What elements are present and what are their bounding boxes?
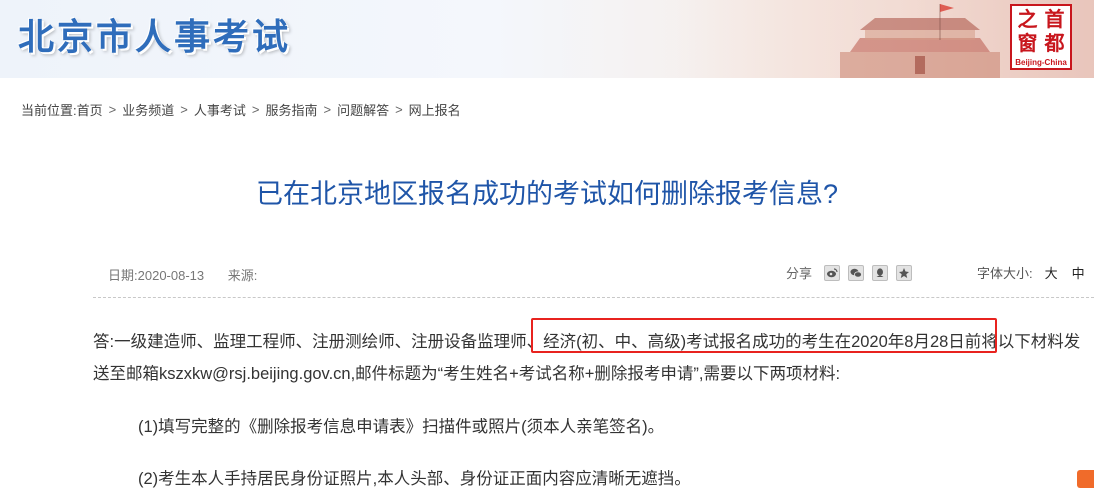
beijing-china-logo[interactable]: 之 首 窗 都 Beijing-China bbox=[1010, 4, 1072, 70]
logo-char: 都 bbox=[1044, 31, 1065, 55]
breadcrumb-personnel-exam[interactable]: 人事考试 bbox=[194, 100, 246, 119]
qq-icon[interactable] bbox=[872, 264, 889, 281]
breadcrumb-prefix: 当前位置: bbox=[21, 102, 77, 118]
breadcrumb-separator: > bbox=[395, 101, 403, 117]
logo-char: 窗 bbox=[1017, 31, 1038, 55]
share-bar: 分享 bbox=[786, 263, 920, 282]
breadcrumb-home[interactable]: 首页 bbox=[77, 100, 103, 119]
logo-char: 首 bbox=[1044, 7, 1065, 31]
breadcrumb-separator: > bbox=[108, 101, 117, 117]
qzone-icon[interactable] bbox=[896, 264, 913, 281]
article-title: 已在北京地区报名成功的考试如何删除报考信息? bbox=[255, 179, 838, 209]
logo-subtitle: Beijing-China bbox=[1015, 58, 1067, 67]
tiananmen-illustration bbox=[840, 4, 1000, 78]
font-size-medium[interactable]: 中 bbox=[1072, 263, 1085, 282]
breadcrumb-faq[interactable]: 问题解答 bbox=[337, 100, 389, 119]
breadcrumb-service-guide[interactable]: 服务指南 bbox=[265, 100, 317, 119]
logo-characters: 之 首 窗 都 bbox=[1014, 8, 1068, 56]
font-size-large[interactable]: 大 bbox=[1045, 263, 1058, 282]
font-size-label: 字体大小: bbox=[977, 266, 1033, 281]
source-label: 来源: bbox=[227, 268, 258, 283]
share-label: 分享 bbox=[786, 266, 813, 281]
breadcrumb-online-registration[interactable]: 网上报名 bbox=[409, 100, 461, 119]
date-label: 日期: bbox=[108, 268, 138, 283]
wechat-icon[interactable] bbox=[848, 264, 865, 281]
weibo-icon[interactable] bbox=[824, 264, 841, 281]
breadcrumb-business-channel[interactable]: 业务频道 bbox=[122, 100, 174, 119]
site-title[interactable]: 北京市人事考试 bbox=[18, 8, 291, 60]
font-size-control: 字体大小: 大 中 小 bbox=[977, 263, 1094, 282]
requirement-item-1: (1)填写完整的《删除报考信息申请表》扫描件或照片(须本人亲笔签名)。 bbox=[138, 418, 665, 436]
logo-char: 之 bbox=[1017, 7, 1038, 31]
breadcrumb: 当前位置: 首页 > 业务频道 > 人事考试 > 服务指南 > 问题解答 > 网… bbox=[21, 100, 461, 118]
meta-divider bbox=[93, 297, 1094, 298]
requirement-item-2: (2)考生本人手持居民身份证照片,本人头部、身份证正面内容应清晰无遮挡。 bbox=[138, 470, 691, 488]
floating-widget-icon[interactable] bbox=[1077, 470, 1094, 488]
breadcrumb-separator: > bbox=[180, 101, 188, 117]
article-meta: 日期:2020-08-13 来源: bbox=[108, 265, 257, 284]
highlight-annotation bbox=[531, 318, 997, 353]
answer-paragraph-continued: 送至邮箱kszxkw@rsj.beijing.gov.cn,邮件标题为“考生姓名… bbox=[93, 365, 841, 383]
header-banner: 北京市人事考试 之 首 窗 都 Beijing-China bbox=[0, 0, 1094, 78]
publish-date: 2020-08-13 bbox=[137, 268, 205, 283]
breadcrumb-separator: > bbox=[323, 101, 332, 117]
breadcrumb-separator: > bbox=[251, 101, 260, 117]
